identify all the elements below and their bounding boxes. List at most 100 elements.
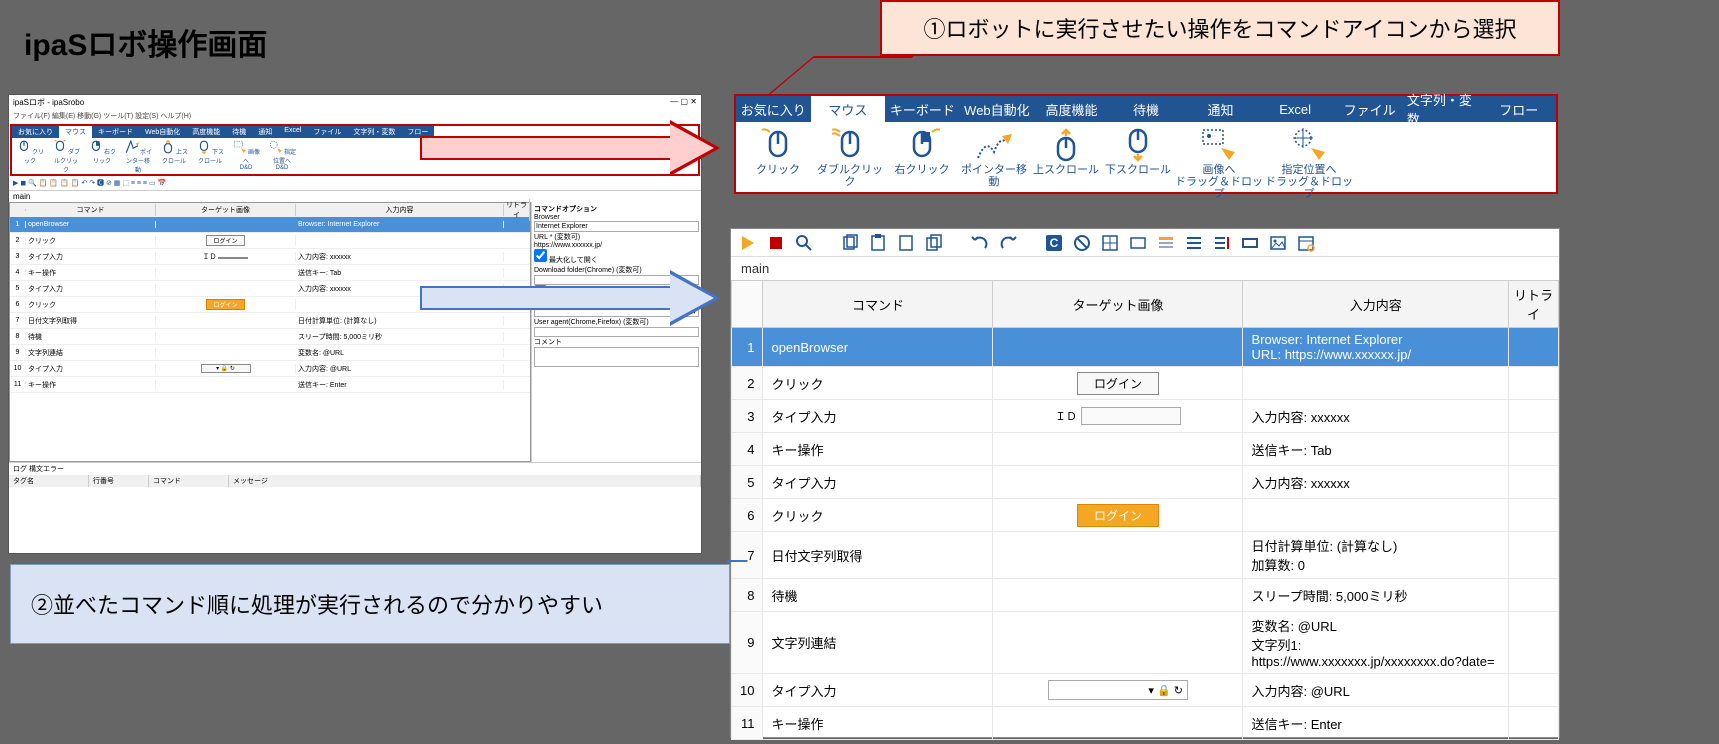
table-row[interactable]: 3タイプ入力ＩＤ入力内容: xxxxxx [732,400,1559,433]
toolbar-small[interactable]: ▶ ◼ 🔍 📋 📋 📋 📋 ↶ ↷ 🅲 ⊘ ▦ ⬚ ≡ ≡ ≡ ▭ 📅 [9,177,701,191]
run-icon[interactable] [739,234,757,252]
lines2-icon[interactable] [1213,234,1231,252]
table-row[interactable]: 9文字列連結変数名: @URL [10,345,530,361]
row-retry [1509,532,1559,579]
tab-web-auto[interactable]: Web自動化 [960,96,1035,122]
tab-string-var[interactable]: 文字列・変数 [1407,96,1482,122]
row-retry [1509,612,1559,674]
url-field[interactable]: https://www.xxxxxx.jp/ [534,242,699,249]
tab-notify[interactable]: 通知 [1183,96,1258,122]
table-row[interactable]: 4キー操作送信キー: Tab [732,433,1559,466]
row-cmd: タイプ入力 [763,674,993,707]
table-row[interactable]: 2クリックログイン [732,367,1559,400]
table-row[interactable]: 8待機スリープ時間: 5,000ミリ秒 [10,329,530,345]
redo-icon[interactable] [999,234,1017,252]
window-controls[interactable]: — ▢ ✕ [670,97,697,109]
cmd-scrollup-s[interactable]: 上スクロール [160,140,188,174]
tab-file-s[interactable]: ファイル [307,126,347,138]
row-retry [1509,367,1559,400]
arrow-red-right [420,120,730,176]
c-icon[interactable]: C [1045,234,1063,252]
tab-wait-s[interactable]: 待機 [226,126,252,138]
cmd-scroll-up[interactable]: 上スクロール [1030,126,1102,200]
pointer-move-icon [976,128,1012,162]
cmd-double-click[interactable]: ダブルクリック [814,126,886,200]
tab-excel-s[interactable]: Excel [278,126,307,138]
browser-select[interactable]: Internet Explorer [534,221,699,232]
table-row[interactable]: 10タイプ入力▾ 🔒 ↻入力内容: @URL [10,361,530,377]
copy-icon[interactable] [841,234,859,252]
disable-icon[interactable] [1073,234,1091,252]
main-tab[interactable]: main [731,257,1559,280]
image-icon[interactable] [1269,234,1287,252]
row-cmd: 文字列連結 [763,612,993,674]
cmd-pointer-move[interactable]: ポインター移動 [958,126,1030,200]
cmd-click-s[interactable]: クリック [16,140,44,174]
table-row[interactable]: 2クリックログイン [10,233,530,249]
table-row[interactable]: 1openBrowserBrowser: Internet ExplorerUR… [732,328,1559,367]
cmd-click[interactable]: クリック [742,126,814,200]
stop-icon[interactable] [767,234,785,252]
grid-icon[interactable] [1101,234,1119,252]
tab-fav-s[interactable]: お気に入り [12,126,59,138]
cmd-scroll-down[interactable]: 下スクロール [1102,126,1174,200]
tab-notify-s[interactable]: 通知 [252,126,278,138]
tab-favorites[interactable]: お気に入り [736,96,811,122]
cmd-scrolldown-s[interactable]: 下スクロール [196,140,224,174]
tab-web-s[interactable]: Web自動化 [139,126,186,138]
tab-kb-s[interactable]: キーボード [92,126,139,138]
command-grid-small[interactable]: コマンド ターゲット画像 入力内容 リトライ 1openBrowserBrows… [9,202,531,462]
table-row[interactable]: 3タイプ入力ＩＤ 入力内容: xxxxxx [10,249,530,265]
undo-icon[interactable] [971,234,989,252]
tab-mouse-s[interactable]: マウス [59,126,92,138]
main-tab-small[interactable]: main [9,191,701,202]
connector-red [766,56,914,96]
table-row[interactable]: 7日付文字列取得日付計算単位: (計算なし)加算数: 0 [732,532,1559,579]
table-row[interactable]: 1openBrowserBrowser: Internet Explorer [10,217,530,233]
hl-icon[interactable] [1157,234,1175,252]
lines1-icon[interactable] [1185,234,1203,252]
tab-str-s[interactable]: 文字列・変数 [347,126,401,138]
cmd-drag-to-image[interactable]: 画像へドラッグ＆ドロップ [1174,126,1264,200]
tab-flow[interactable]: フロー [1481,96,1556,122]
calendar-icon[interactable] [1297,234,1315,252]
cmd-right-click[interactable]: 右クリック [886,126,958,200]
paste-icon[interactable] [869,234,887,252]
table-row[interactable]: 10タイプ入力▾ 🔒 ↻入力内容: @URL [732,674,1559,707]
cmd-dragpos-s[interactable]: 指定位置へD&D [268,140,296,174]
tab-wait[interactable]: 待機 [1109,96,1184,122]
panel-icon[interactable] [1129,234,1147,252]
cmd-dblclick-s[interactable]: ダブルクリック [52,140,80,174]
search-icon[interactable] [795,234,813,252]
comment-field[interactable] [534,347,699,367]
table-row[interactable]: 8待機スリープ時間: 5,000ミリ秒 [732,579,1559,612]
row-target [993,466,1243,499]
command-grid[interactable]: コマンド ターゲット画像 入力内容 リトライ 1openBrowserBrows… [731,280,1559,740]
col-retry-header: リトライ [1509,281,1559,328]
tab-mouse[interactable]: マウス [811,96,886,122]
row-target [993,328,1243,367]
table-row[interactable]: 6クリックログイン [732,499,1559,532]
cut-icon[interactable] [897,234,915,252]
rect-icon[interactable] [1241,234,1259,252]
tab-advanced[interactable]: 高度機能 [1034,96,1109,122]
tab-excel[interactable]: Excel [1258,96,1333,122]
table-row[interactable]: 9文字列連結変数名: @URL文字列1: https://www.xxxxxxx… [732,612,1559,674]
tab-file[interactable]: ファイル [1332,96,1407,122]
cmd-move-s[interactable]: ポインター移動 [124,140,152,174]
row-num: 4 [732,433,763,466]
table-row[interactable]: 11キー操作送信キー: Enter [10,377,530,393]
maximize-checkbox[interactable] [534,249,547,262]
cmd-rclick-s[interactable]: 右クリック [88,140,116,174]
table-row[interactable]: 11キー操作送信キー: Enter [732,707,1559,740]
tab-adv-s[interactable]: 高度機能 [186,126,226,138]
table-row[interactable]: 5タイプ入力入力内容: xxxxxx [732,466,1559,499]
window-title-text: ipaSロボ - ipaSrobo [13,97,84,109]
dup-icon[interactable] [925,234,943,252]
useragent-field[interactable] [534,327,699,337]
tab-keyboard[interactable]: キーボード [885,96,960,122]
row-target: ログイン [993,367,1243,400]
cmd-dragimg-s[interactable]: 画像へD&D [232,140,260,174]
log-tabs[interactable]: ログ 構文エラー [9,463,701,475]
cmd-drag-to-position[interactable]: 指定位置へドラッグ＆ドロップ [1264,126,1354,200]
